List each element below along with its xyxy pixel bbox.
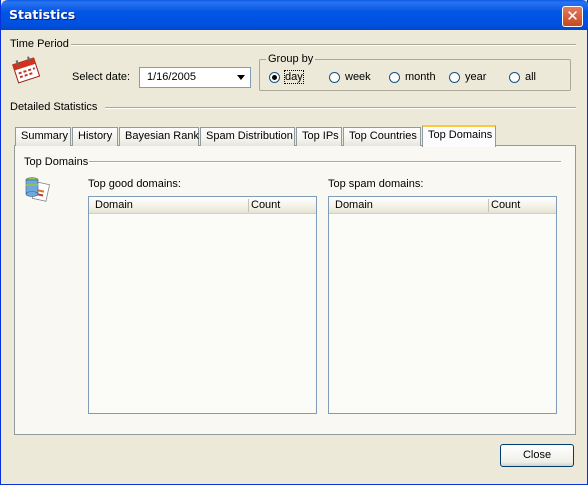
radio-week[interactable]: week [329,71,371,83]
close-button[interactable]: Close [500,444,574,467]
time-period-divider [71,44,576,46]
chevron-down-icon[interactable] [233,68,250,87]
radio-year-label: year [465,71,487,83]
tab-history[interactable]: History [72,127,118,146]
date-picker[interactable]: 1/16/2005 [139,67,251,88]
radio-all-indicator[interactable] [509,71,520,83]
column-header-count[interactable]: Count [491,199,520,211]
column-separator[interactable] [248,199,249,212]
radio-month-label: month [405,71,436,83]
detailed-statistics-label: Detailed Statistics [10,101,98,113]
database-report-icon [25,177,50,202]
radio-year-indicator[interactable] [449,71,460,83]
radio-month-indicator[interactable] [389,71,400,83]
spam-domains-list[interactable]: Domain Count [328,196,557,414]
close-window-button[interactable]: ✕ [562,6,583,27]
dialog-body: Time Period Select date: 1/16/2005 Group… [1,30,588,485]
top-spam-domains-label: Top spam domains: [328,178,424,190]
tab-top-domains[interactable]: Top Domains [422,125,496,147]
column-separator[interactable] [488,199,489,212]
column-header-domain[interactable]: Domain [335,199,373,211]
column-header-domain[interactable]: Domain [95,199,133,211]
tab-top-ips[interactable]: Top IPs [296,127,342,146]
date-value: 1/16/2005 [147,71,196,83]
good-domains-header: Domain Count [89,197,316,214]
radio-day[interactable]: day [269,70,304,84]
title-bar[interactable]: Statistics ✕ [1,0,588,30]
close-icon: ✕ [566,7,579,25]
radio-week-indicator[interactable] [329,71,340,83]
calendar-icon [12,56,41,84]
radio-year[interactable]: year [449,71,486,83]
radio-day-indicator[interactable] [269,71,280,83]
group-by-label: Group by [266,53,316,65]
tab-top-countries[interactable]: Top Countries [343,127,421,146]
radio-month[interactable]: month [389,71,436,83]
radio-day-label: day [284,70,304,84]
good-domains-list[interactable]: Domain Count [88,196,317,414]
column-header-count[interactable]: Count [251,199,280,211]
tab-summary[interactable]: Summary [15,127,71,146]
select-date-label: Select date: [72,71,131,83]
radio-all[interactable]: all [509,71,536,83]
statistics-window: Statistics ✕ Time Period Select date: 1/… [0,0,588,485]
spam-domains-header: Domain Count [329,197,556,214]
radio-all-label: all [525,71,537,83]
tab-bayesian-rank[interactable]: Bayesian Rank [119,127,199,146]
tab-spam-distribution[interactable]: Spam Distribution [200,127,295,146]
top-domains-divider [89,161,561,163]
top-good-domains-label: Top good domains: [88,178,181,190]
radio-week-label: week [345,71,371,83]
detailed-statistics-divider [105,107,576,109]
top-domains-label: Top Domains [24,156,89,168]
time-period-label: Time Period [10,38,69,50]
window-title: Statistics [9,7,76,22]
